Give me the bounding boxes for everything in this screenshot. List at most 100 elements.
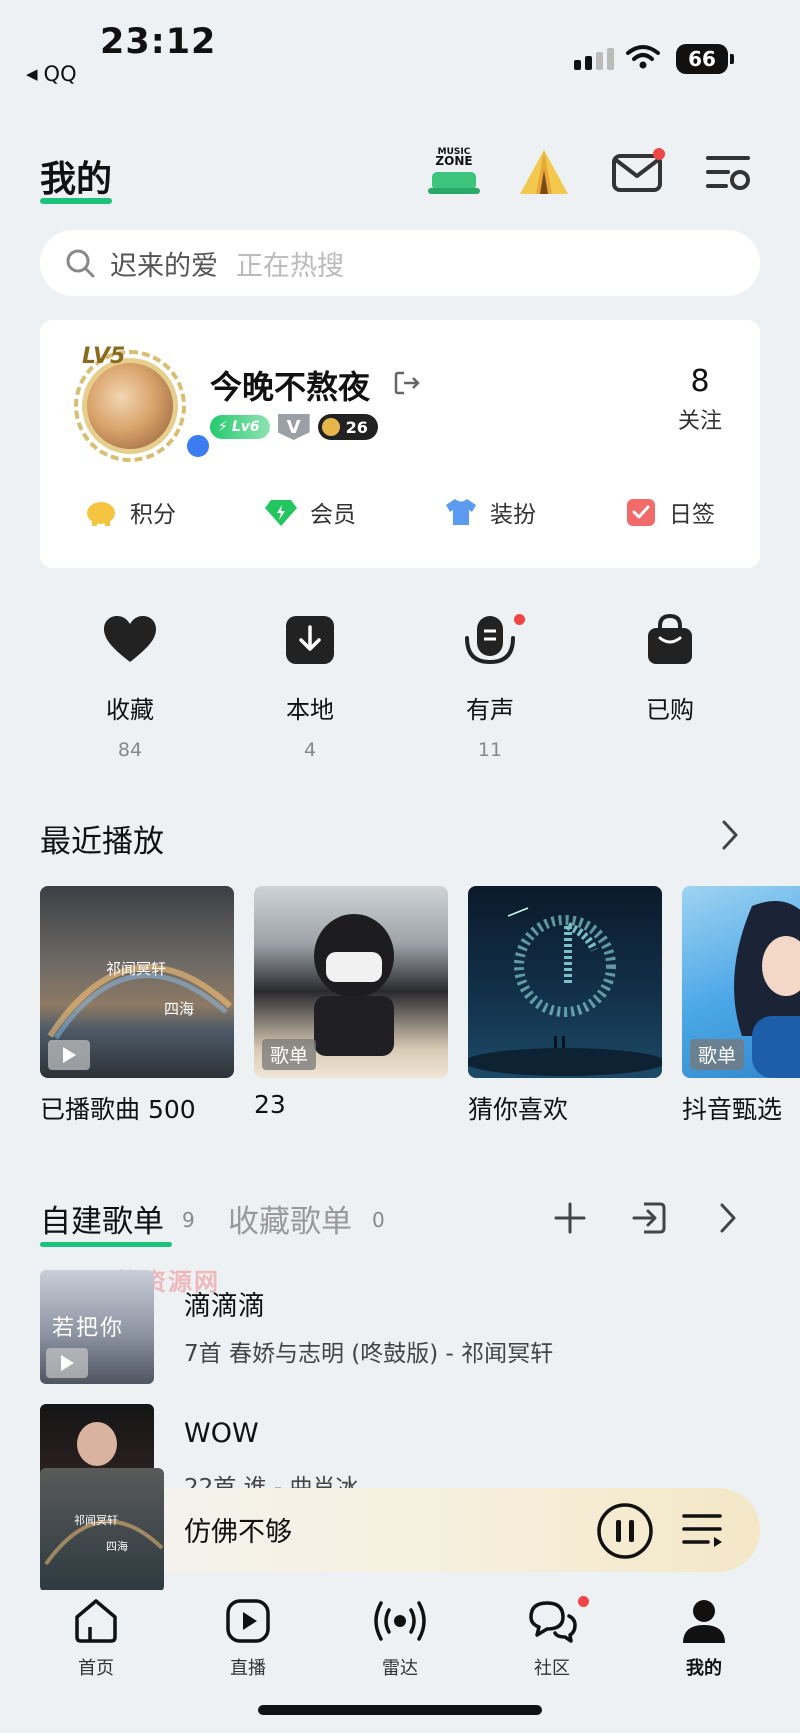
battery-indicator: 66 — [676, 44, 734, 74]
import-playlist-icon[interactable] — [630, 1198, 670, 1238]
tab-radar-label: 雷达 — [382, 1658, 418, 1679]
v-badge[interactable]: V — [277, 414, 310, 440]
recent-item-played-songs[interactable]: 祁闻冥轩 四海 已播歌曲 500 — [40, 886, 234, 1126]
medal-icon — [321, 418, 340, 436]
play-icon — [48, 1040, 90, 1070]
tent-icon[interactable] — [516, 144, 572, 200]
local-label: 本地 — [286, 696, 334, 724]
username[interactable]: 今晚不熬夜 — [210, 362, 370, 408]
follow-stat[interactable]: 8 关注 — [660, 364, 740, 435]
membership-button[interactable]: 会员 — [220, 482, 400, 542]
heart-icon — [104, 616, 156, 662]
follow-label: 关注 — [677, 409, 722, 434]
mini-cover-song-text: 四海 — [106, 1540, 128, 1553]
avatar-level-badge: LV5 — [82, 344, 126, 369]
search-icon — [66, 249, 95, 278]
local-count: 4 — [303, 739, 317, 761]
cellular-signal-icon — [574, 48, 614, 70]
medal-count: 26 — [345, 417, 368, 437]
tab-community-label: 社区 — [534, 1658, 570, 1679]
recent-cover: 祁闻冥轩 四海 — [40, 886, 234, 1078]
favorites-label: 收藏 — [106, 696, 154, 724]
playlists-more-chevron-icon[interactable] — [716, 1198, 740, 1238]
medal-count-badge[interactable]: 26 — [317, 414, 378, 440]
vip-level-badge[interactable]: ⚡ Lv6 — [210, 415, 270, 439]
radar-icon — [374, 1601, 426, 1641]
points-button[interactable]: 积分 — [40, 482, 220, 542]
calendar-check-icon — [627, 499, 655, 526]
recent-caption: 抖音甄选 — [682, 1095, 783, 1124]
recent-more-chevron-icon[interactable] — [718, 818, 742, 852]
thumbnail-text: 若把你 — [52, 1316, 125, 1341]
recent-item-guess-you-like[interactable]: 猜你喜欢 — [468, 886, 662, 1126]
local-button[interactable]: 本地 4 — [220, 610, 400, 761]
badge-row: ⚡ Lv6 V 26 — [210, 414, 378, 440]
recent-caption: 猜你喜欢 — [468, 1095, 569, 1124]
recent-item-playlist-23[interactable]: 歌单 23 — [254, 886, 448, 1119]
title-underline — [40, 198, 112, 204]
recent-cover: 歌单 — [254, 886, 448, 1078]
daily-sign-label: 日签 — [669, 502, 715, 528]
cover-song-text: 四海 — [164, 1000, 195, 1018]
audio-notification-dot — [514, 614, 525, 625]
vip-level-text: Lv6 — [231, 419, 260, 435]
tab-mine-label: 我的 — [686, 1658, 722, 1679]
recent-caption: 23 — [254, 1090, 286, 1119]
purchased-button[interactable]: 已购 — [580, 610, 760, 760]
mail-icon[interactable] — [610, 144, 668, 200]
rainbow-art — [44, 1519, 164, 1566]
dress-up-button[interactable]: 装扮 — [400, 482, 580, 542]
lightning-icon: ⚡ — [218, 419, 228, 435]
tab-radar[interactable]: 雷达 — [340, 1590, 460, 1680]
home-indicator — [258, 1705, 542, 1715]
playlist-tabs: 自建歌单 9 收藏歌单 0 — [40, 1196, 760, 1256]
tab-home[interactable]: 首页 — [36, 1590, 156, 1680]
wifi-icon — [626, 45, 660, 69]
avatar-image — [82, 358, 178, 454]
page-title: 我的 — [40, 159, 113, 200]
mini-player-title: 仿佛不够 — [184, 1517, 292, 1548]
pause-icon[interactable] — [596, 1502, 654, 1560]
settings-menu-icon[interactable] — [704, 144, 754, 200]
piggy-bank-icon — [87, 502, 115, 526]
tshirt-icon — [446, 499, 476, 525]
switch-account-icon[interactable] — [392, 368, 422, 398]
playlist-queue-icon[interactable] — [680, 1502, 726, 1560]
tab-mine[interactable]: 我的 — [644, 1590, 764, 1680]
tab-saved-playlists[interactable]: 收藏歌单 — [228, 1196, 352, 1241]
recent-item-douyin-picks[interactable]: 歌单 抖音甄选 — [682, 886, 800, 1126]
recent-carousel: 祁闻冥轩 四海 已播歌曲 500 歌单 23 猜你喜欢 歌单 抖音甄选 — [40, 886, 800, 1126]
mini-cover-artist-text: 祁闻冥轩 — [74, 1514, 118, 1527]
page-header: 我的 MUSIC ZONE — [0, 140, 800, 210]
favorites-count: 84 — [117, 739, 143, 761]
recent-section-title: 最近播放 — [40, 824, 164, 860]
mini-player-cover[interactable]: 祁闻冥轩 四海 — [40, 1468, 164, 1592]
profile-icon — [683, 1600, 725, 1643]
community-chat-icon — [529, 1601, 577, 1643]
playlist-row[interactable]: 若把你 滴滴滴 7首 春娇与志明 (咚鼓版) - 祁闻冥轩 — [40, 1270, 760, 1384]
daily-sign-button[interactable]: 日签 — [580, 482, 760, 542]
profile-card: LV5 今晚不熬夜 ⚡ Lv6 V 26 8 关注 积分 会员 装扮 日签 — [40, 320, 760, 568]
music-zone-icon[interactable]: MUSIC ZONE — [426, 144, 482, 200]
playlist-meta: 7首 春娇与志明 (咚鼓版) - 祁闻冥轩 — [184, 1341, 554, 1367]
audio-icon — [465, 616, 515, 665]
bag-icon — [648, 614, 692, 664]
playlist-tag: 歌单 — [690, 1039, 745, 1070]
tab-community[interactable]: 社区 — [492, 1590, 612, 1680]
recent-cover: 歌单 — [682, 886, 800, 1078]
favorites-button[interactable]: 收藏 84 — [40, 610, 220, 761]
back-to-app-button[interactable]: ◀ QQ — [26, 62, 77, 86]
search-hint: 正在热搜 — [236, 250, 344, 282]
playlist-name: WOW — [184, 1418, 259, 1449]
audio-label: 有声 — [466, 696, 514, 724]
back-app-label: QQ — [43, 62, 77, 86]
tab-live[interactable]: 直播 — [188, 1590, 308, 1680]
add-playlist-icon[interactable] — [550, 1198, 590, 1238]
qq-badge-icon — [184, 432, 212, 460]
saved-playlists-count: 0 — [372, 1208, 385, 1232]
cover-artist-text: 祁闻冥轩 — [106, 960, 167, 978]
tab-created-playlists[interactable]: 自建歌单 — [40, 1196, 164, 1241]
search-bar[interactable]: 迟来的爱 正在热搜 — [40, 230, 760, 296]
avatar[interactable]: LV5 — [74, 344, 212, 464]
audio-button[interactable]: 有声 11 — [400, 610, 580, 761]
